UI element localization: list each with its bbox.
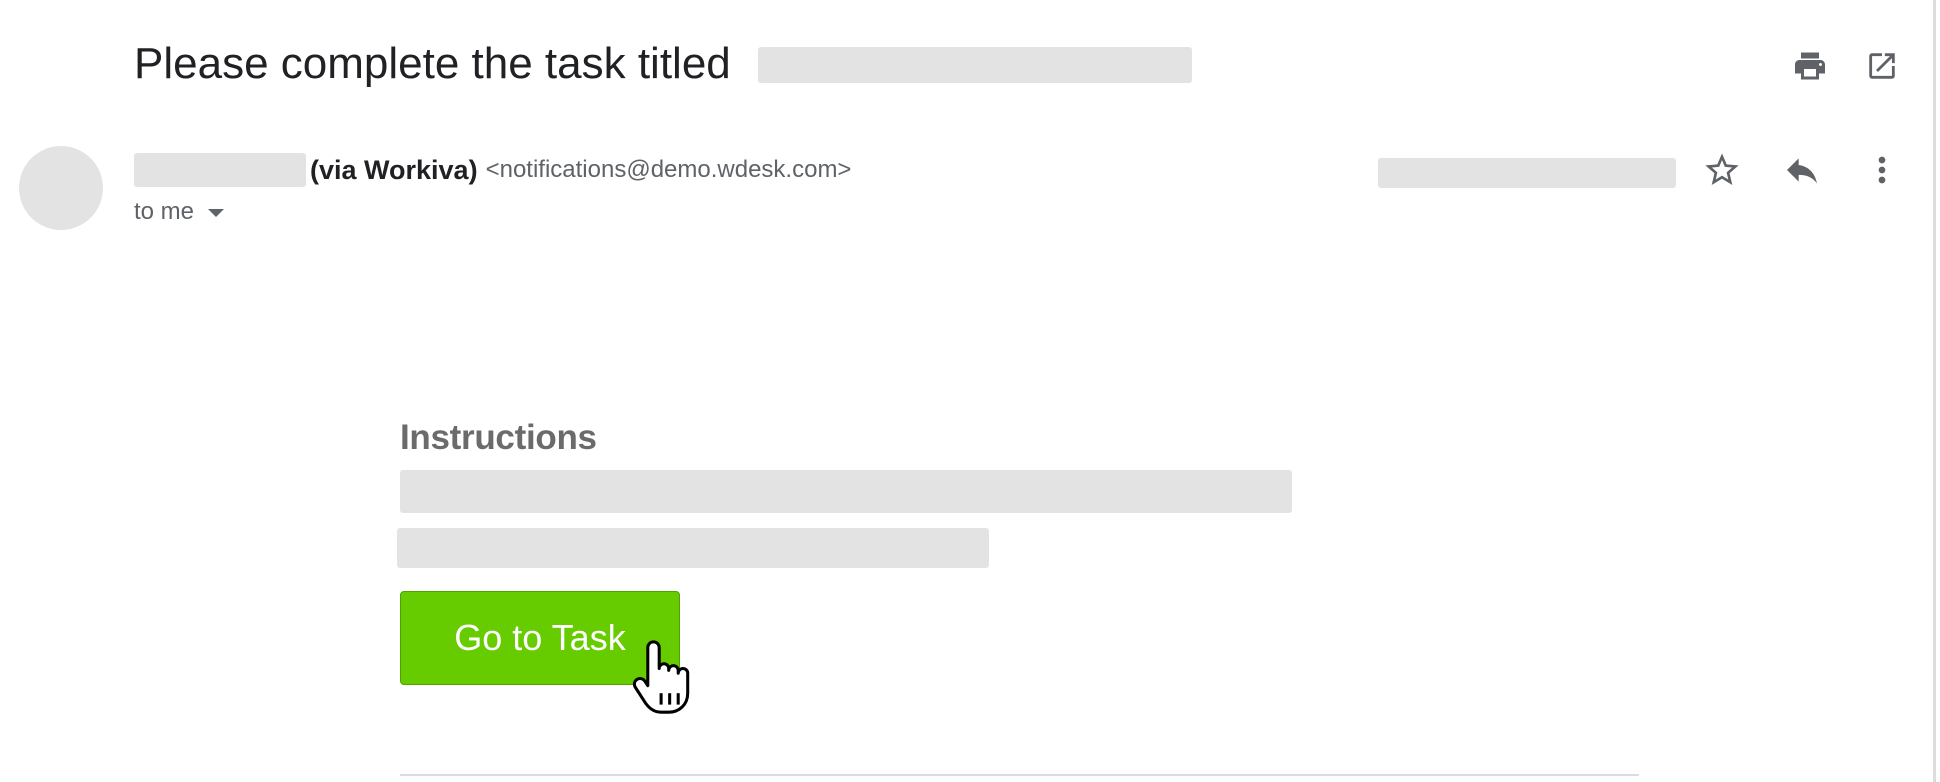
hand-pointer-cursor-icon [632,640,690,714]
sender-line: (via Workiva) <notifications@demo.wdesk.… [134,152,851,188]
instructions-text-redacted-line-1 [400,470,1292,513]
reply-button[interactable] [1776,144,1828,196]
date-redacted-block [1378,158,1676,188]
print-button[interactable] [1790,46,1830,86]
subject-redacted-block [758,47,1192,83]
content-divider [400,774,1639,776]
open-new-window-button[interactable] [1862,46,1902,86]
go-to-task-label: Go to Task [454,617,626,658]
instructions-heading: Instructions [400,418,597,457]
reply-icon [1787,158,1817,184]
vertical-scrollbar[interactable] [1933,0,1936,782]
chevron-down-icon [208,209,225,217]
open-in-new-window-icon [1869,53,1895,79]
sender-name-redacted-block [134,153,306,187]
subject-text: Please complete the task titled [134,39,731,88]
email-subject: Please complete the task titled [134,36,731,92]
recipient-label: to me [134,198,195,225]
star-button[interactable] [1696,144,1748,196]
printer-icon [1795,52,1825,80]
more-options-button[interactable] [1856,144,1908,196]
instructions-text-redacted-line-2 [397,528,989,568]
more-vertical-icon [1878,156,1886,184]
sender-email-address: <notifications@demo.wdesk.com> [485,156,852,183]
sender-via-label[interactable]: (via Workiva) [310,155,478,186]
recipient-details-toggle[interactable]: to me [134,196,225,228]
star-icon [1705,153,1739,185]
sender-avatar[interactable] [19,146,103,230]
